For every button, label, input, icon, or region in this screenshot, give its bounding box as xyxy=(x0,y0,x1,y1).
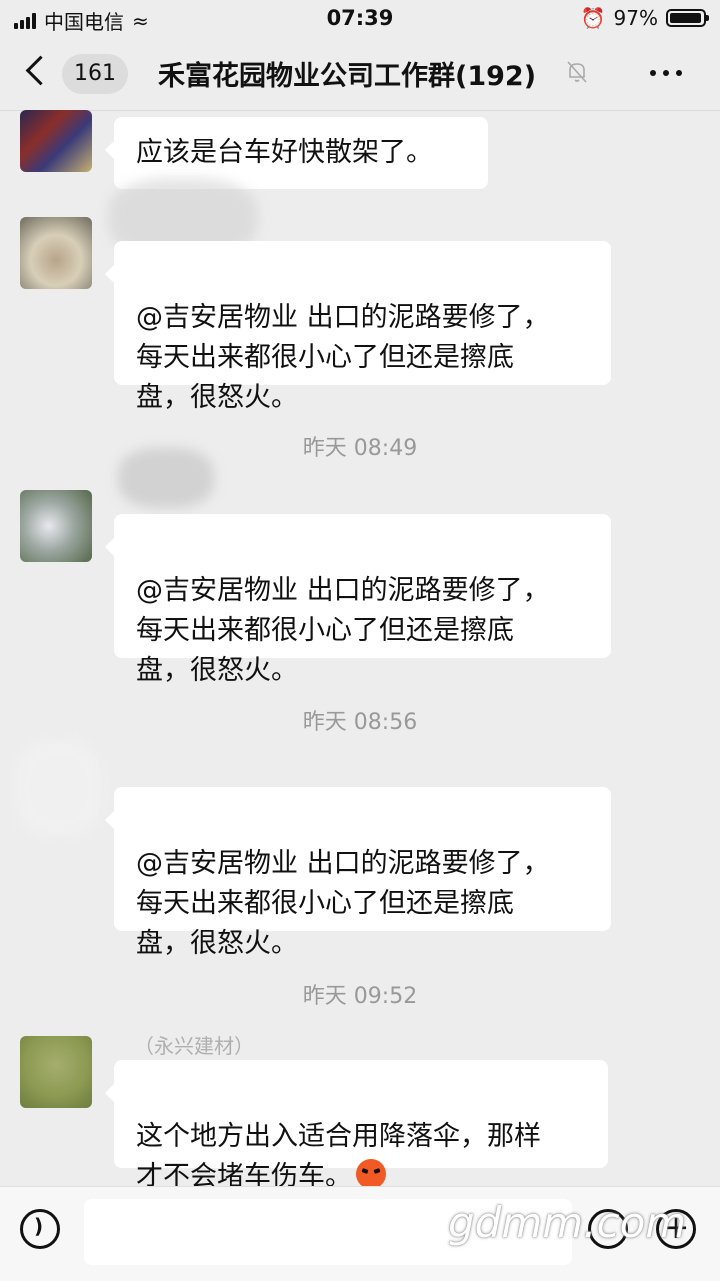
timestamp: 昨天 09:52 xyxy=(302,984,418,1009)
avatar[interactable] xyxy=(20,110,92,172)
back-arrow-icon[interactable] xyxy=(25,55,56,86)
blurred-name xyxy=(118,448,214,508)
message-bubble[interactable]: 这个地方出入适合用降落伞，那样 才不会堵车伤车。 xyxy=(105,1060,608,1192)
chat-header: 161 禾富花园物业公司工作群(192) xyxy=(0,38,720,111)
avatar[interactable] xyxy=(20,217,92,289)
message-text: 这个地方出入适合用降落伞，那样 才不会堵车伤车。 xyxy=(136,1121,541,1192)
avatar[interactable] xyxy=(20,1036,92,1108)
back-unread-count[interactable]: 161 xyxy=(62,54,128,94)
message-text: @吉安居物业 出口的泥路要修了， 每天出来都很小心了但还是擦底 盘，很怒火。 xyxy=(136,848,550,959)
blurred-avatar xyxy=(16,740,102,836)
message-text: @吉安居物业 出口的泥路要修了， 每天出来都很小心了但还是擦底 盘，很怒火。 xyxy=(136,575,550,686)
message-bubble[interactable]: @吉安居物业 出口的泥路要修了， 每天出来都很小心了但还是擦底 盘，很怒火。 xyxy=(105,241,611,413)
more-options-icon[interactable] xyxy=(650,70,682,76)
message-text: 应该是台车好快散架了。 xyxy=(136,137,433,168)
message-bubble[interactable]: @吉安居物业 出口的泥路要修了， 每天出来都很小心了但还是擦底 盘，很怒火。 xyxy=(105,787,611,959)
battery-icon xyxy=(666,9,709,27)
voice-input-button[interactable] xyxy=(20,1209,60,1249)
message-text: @吉安居物业 出口的泥路要修了， 每天出来都很小心了但还是擦底 盘，很怒火。 xyxy=(136,302,550,413)
chat-title: 禾富花园物业公司工作群(192) xyxy=(158,61,537,92)
watermark: gdmm.com xyxy=(448,1198,687,1247)
timestamp: 昨天 08:56 xyxy=(302,710,418,735)
status-bar: 中国电信 ≈ 07:39 ⏰ 97% xyxy=(0,0,720,38)
message-bubble[interactable]: @吉安居物业 出口的泥路要修了， 每天出来都很小心了但还是擦底 盘，很怒火。 xyxy=(105,514,611,686)
alarm-icon: ⏰ xyxy=(580,6,606,30)
timestamp: 昨天 08:49 xyxy=(302,436,418,461)
battery-percent: 97% xyxy=(613,6,658,30)
avatar[interactable] xyxy=(20,490,92,562)
mute-bell-icon xyxy=(566,60,588,84)
sender-name: （永兴建材） xyxy=(134,1034,254,1058)
angry-face-icon xyxy=(356,1159,386,1189)
